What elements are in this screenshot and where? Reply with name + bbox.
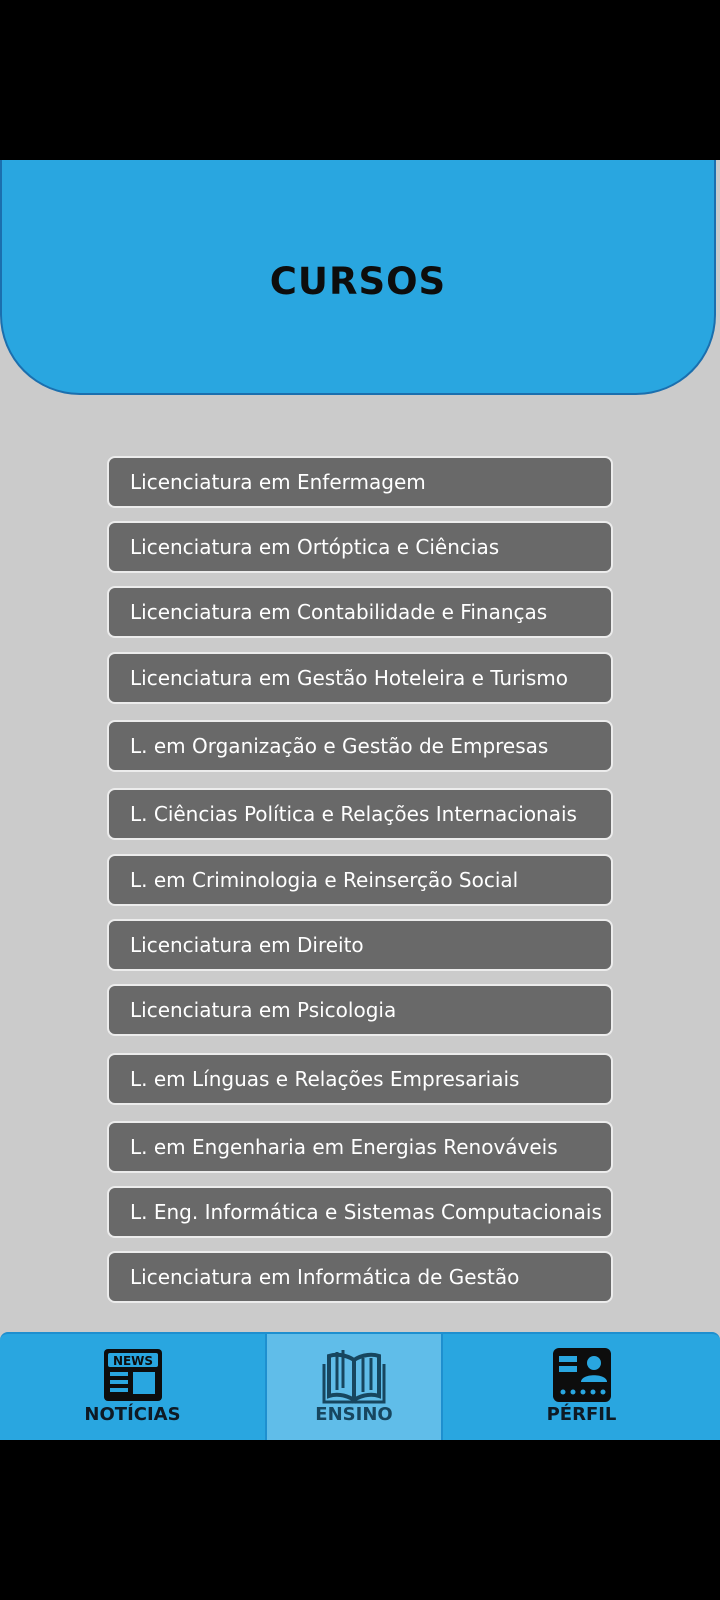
bottom-tab-bar: NEWS NOTÍCIAS ENSINO PÉRFIL [0, 1332, 720, 1440]
id-card-icon [552, 1348, 611, 1402]
tab-ensino[interactable]: ENSINO [265, 1334, 443, 1440]
course-item[interactable]: L. Ciências Política e Relações Internac… [107, 788, 613, 840]
header-banner: CURSOS [0, 160, 716, 395]
tab-noticias[interactable]: NEWS NOTÍCIAS [0, 1334, 265, 1440]
book-icon [322, 1350, 386, 1404]
page-title: CURSOS [269, 260, 447, 303]
course-item[interactable]: Licenciatura em Ortóptica e Ciências [107, 521, 613, 573]
tab-perfil[interactable]: PÉRFIL [443, 1334, 720, 1440]
app-screen: CURSOS Licenciatura em Enfermagem Licenc… [0, 160, 720, 1440]
course-item[interactable]: L. Eng. Informática e Sistemas Computaci… [107, 1186, 613, 1238]
tab-label: NOTÍCIAS [84, 1404, 181, 1425]
newspaper-icon: NEWS [103, 1349, 162, 1401]
course-item[interactable]: Licenciatura em Gestão Hoteleira e Turis… [107, 652, 613, 704]
course-item[interactable]: Licenciatura em Enfermagem [107, 456, 613, 508]
course-item[interactable]: L. em Criminologia e Reinserção Social [107, 854, 613, 906]
tab-label: ENSINO [315, 1404, 393, 1425]
course-item[interactable]: Licenciatura em Informática de Gestão [107, 1251, 613, 1303]
newspaper-icon-text: NEWS [112, 1354, 152, 1368]
course-item[interactable]: Licenciatura em Direito [107, 919, 613, 971]
course-item[interactable]: Licenciatura em Psicologia [107, 984, 613, 1036]
course-item[interactable]: L. em Engenharia em Energias Renováveis [107, 1121, 613, 1173]
tab-label: PÉRFIL [546, 1404, 617, 1425]
course-item[interactable]: L. em Línguas e Relações Empresariais [107, 1053, 613, 1105]
course-item[interactable]: L. em Organização e Gestão de Empresas [107, 720, 613, 772]
course-item[interactable]: Licenciatura em Contabilidade e Finanças [107, 586, 613, 638]
